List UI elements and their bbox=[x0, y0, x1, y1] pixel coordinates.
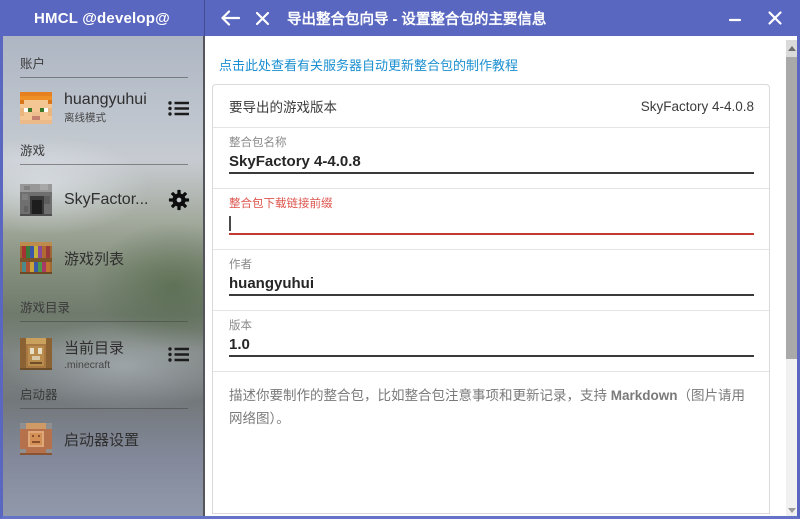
modpack-form-card: 要导出的游戏版本 SkyFactory 4-4.0.8 整合包名称 SkyFac… bbox=[212, 84, 770, 514]
hmcl-window: HMCL @develop@ 导出整合包向导 - 设置整合包的主要信息 bbox=[0, 0, 800, 519]
modpack-name-label: 整合包名称 bbox=[229, 136, 754, 150]
wizard-content: 点击此处查看有关服务器自动更新整合包的制作教程 要导出的游戏版本 SkyFact… bbox=[205, 36, 797, 516]
modpack-name-underline bbox=[229, 172, 754, 174]
command-block-icon bbox=[20, 423, 52, 455]
app-title: HMCL @develop@ bbox=[0, 0, 204, 36]
bookshelf-block-icon bbox=[20, 242, 52, 274]
account-name: huangyuhui bbox=[64, 91, 168, 109]
window-close-button[interactable] bbox=[762, 5, 788, 31]
window-minimize-button[interactable] bbox=[722, 5, 748, 31]
wizard-close-button[interactable] bbox=[249, 5, 275, 31]
scroll-up-button[interactable] bbox=[786, 40, 797, 57]
author-field[interactable]: 作者 huangyuhui bbox=[213, 250, 769, 311]
tutorial-link[interactable]: 点击此处查看有关服务器自动更新整合包的制作教程 bbox=[219, 55, 518, 74]
sidebar: 账户 bbox=[3, 36, 203, 516]
url-prefix-underline bbox=[229, 233, 754, 235]
description-placeholder-keyword: Markdown bbox=[611, 388, 678, 403]
sidebar-item-launcher-settings[interactable]: 启动器设置 bbox=[20, 423, 190, 455]
current-directory-path: .minecraft bbox=[64, 359, 168, 371]
directory-list-button[interactable] bbox=[168, 346, 190, 363]
launcher-settings-label: 启动器设置 bbox=[64, 429, 190, 450]
text-cursor bbox=[229, 216, 231, 231]
back-arrow-icon bbox=[220, 9, 240, 27]
game-version-value: SkyFactory 4-4.0.8 bbox=[641, 99, 754, 114]
current-directory-info: 当前目录 .minecraft bbox=[64, 337, 168, 371]
chest-block-icon bbox=[20, 338, 52, 370]
author-underline bbox=[229, 294, 754, 296]
version-underline bbox=[229, 355, 754, 357]
sidebar-item-game-list[interactable]: 游戏列表 bbox=[20, 242, 190, 274]
back-button[interactable] bbox=[217, 5, 243, 31]
scrollbar[interactable] bbox=[786, 40, 797, 516]
account-list-button[interactable] bbox=[168, 100, 190, 117]
author-input[interactable]: huangyuhui bbox=[229, 274, 754, 293]
version-input[interactable]: 1.0 bbox=[229, 335, 754, 354]
modpack-name-input[interactable]: SkyFactory 4-4.0.8 bbox=[229, 152, 754, 171]
wizard-title: 导出整合包向导 - 设置整合包的主要信息 bbox=[287, 8, 546, 29]
furnace-block-icon bbox=[20, 184, 52, 216]
url-prefix-input[interactable] bbox=[229, 213, 754, 232]
current-directory-label: 当前目录 bbox=[64, 337, 168, 358]
list-icon bbox=[168, 346, 190, 363]
modpack-name-field[interactable]: 整合包名称 SkyFactory 4-4.0.8 bbox=[213, 128, 769, 189]
sidebar-item-current-directory[interactable]: 当前目录 .minecraft bbox=[20, 337, 190, 371]
author-label: 作者 bbox=[229, 258, 754, 272]
game-version-row: 要导出的游戏版本 SkyFactory 4-4.0.8 bbox=[213, 85, 769, 128]
version-settings-button[interactable] bbox=[168, 189, 190, 211]
current-version-info: SkyFactor... bbox=[64, 191, 168, 209]
description-placeholder: 描述你要制作的整合包，比如整合包注意事项和更新记录，支持 Markdown（图片… bbox=[229, 385, 753, 431]
sidebar-header-account: 账户 bbox=[20, 36, 188, 78]
triangle-up-icon bbox=[788, 46, 796, 51]
current-version-name: SkyFactor... bbox=[64, 191, 168, 209]
title-bar: HMCL @develop@ 导出整合包向导 - 设置整合包的主要信息 bbox=[0, 0, 800, 36]
titlebar-divider bbox=[204, 0, 205, 36]
sidebar-item-current-version[interactable]: SkyFactor... bbox=[20, 184, 190, 216]
avatar bbox=[20, 92, 52, 124]
list-icon bbox=[168, 100, 190, 117]
triangle-down-icon bbox=[788, 508, 796, 513]
url-prefix-field[interactable]: 整合包下载链接前缀 bbox=[213, 189, 769, 250]
game-version-label: 要导出的游戏版本 bbox=[229, 96, 337, 116]
sidebar-header-directory: 游戏目录 bbox=[20, 297, 188, 322]
minimize-icon bbox=[728, 11, 742, 25]
description-placeholder-prefix: 描述你要制作的整合包，比如整合包注意事项和更新记录，支持 bbox=[229, 388, 611, 403]
account-info: huangyuhui 离线模式 bbox=[64, 91, 168, 125]
version-label: 版本 bbox=[229, 319, 754, 333]
scrollbar-thumb[interactable] bbox=[786, 57, 797, 359]
scroll-down-button[interactable] bbox=[786, 508, 797, 513]
version-field[interactable]: 版本 1.0 bbox=[213, 311, 769, 372]
sidebar-header-game: 游戏 bbox=[20, 140, 188, 165]
main-area: 账户 bbox=[3, 36, 797, 516]
account-mode: 离线模式 bbox=[64, 110, 168, 125]
sidebar-header-launcher: 启动器 bbox=[20, 384, 188, 409]
game-list-label: 游戏列表 bbox=[64, 248, 190, 269]
description-field[interactable]: 描述你要制作的整合包，比如整合包注意事项和更新记录，支持 Markdown（图片… bbox=[213, 372, 769, 513]
gear-icon bbox=[168, 189, 190, 211]
url-prefix-label: 整合包下载链接前缀 bbox=[229, 197, 754, 211]
close-icon bbox=[767, 10, 783, 26]
game-list-info: 游戏列表 bbox=[64, 248, 190, 269]
sidebar-item-account[interactable]: huangyuhui 离线模式 bbox=[20, 91, 190, 125]
launcher-settings-info: 启动器设置 bbox=[64, 429, 190, 450]
close-icon bbox=[255, 11, 270, 26]
